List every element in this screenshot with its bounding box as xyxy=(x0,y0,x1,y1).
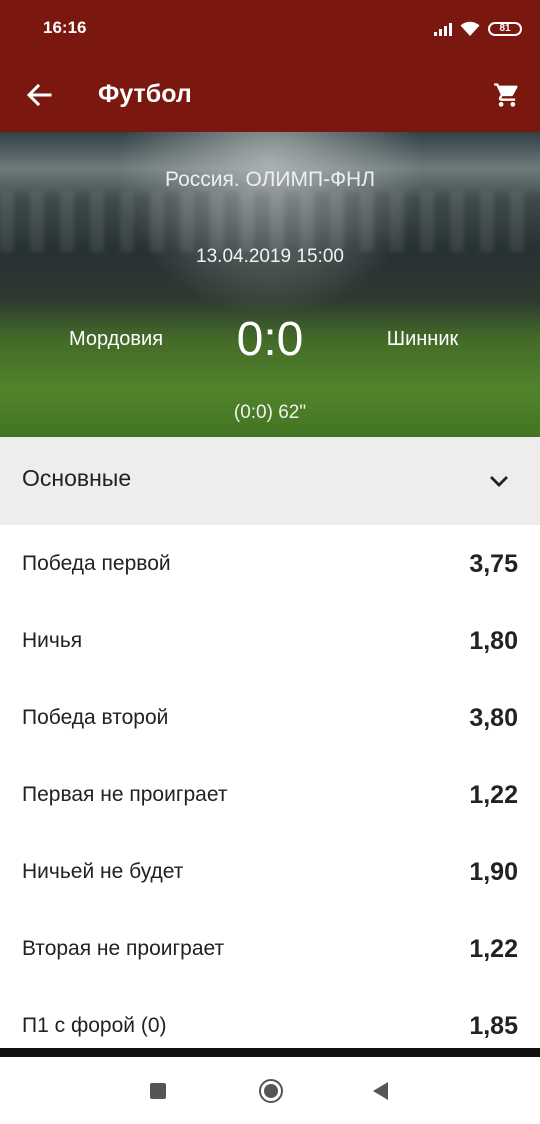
recent-apps-icon[interactable] xyxy=(150,1083,166,1099)
wifi-icon xyxy=(460,21,480,37)
nav-back-icon[interactable] xyxy=(373,1082,388,1100)
bet-name: Победа первой xyxy=(22,552,171,575)
chevron-down-icon xyxy=(490,476,508,487)
page-title: Футбол xyxy=(98,80,192,108)
home-icon[interactable] xyxy=(259,1079,283,1103)
bet-name: Первая не проиграет xyxy=(22,783,228,806)
bet-odds[interactable]: 1,22 xyxy=(469,781,518,810)
match-header: Россия. ОЛИМП-ФНЛ 13.04.2019 15:00 Мордо… xyxy=(0,132,540,437)
bet-row[interactable]: Вторая не проиграет 1,22 xyxy=(0,910,540,987)
bet-odds[interactable]: 1,85 xyxy=(469,1012,518,1041)
section-title: Основные xyxy=(22,465,132,491)
battery-icon: 81 xyxy=(488,22,522,36)
away-team: Шинник xyxy=(386,328,459,350)
league-name: Россия. ОЛИМП-ФНЛ xyxy=(165,168,375,191)
back-button[interactable] xyxy=(18,74,60,116)
status-bar: 16:16 81 xyxy=(0,0,540,58)
bet-odds[interactable]: 1,22 xyxy=(469,935,518,964)
bet-row[interactable]: Первая не проиграет 1,22 xyxy=(0,756,540,833)
match-score: 0:0 xyxy=(236,313,304,366)
bet-row[interactable]: Ничья 1,80 xyxy=(0,602,540,679)
home-team: Мордовия xyxy=(68,328,164,350)
bet-row[interactable]: Победа второй 3,80 xyxy=(0,679,540,756)
bet-row[interactable]: Ничьей не будет 1,90 xyxy=(0,833,540,910)
app-bar: Футбол xyxy=(0,58,540,132)
bet-row[interactable]: Победа первой 3,75 xyxy=(0,525,540,602)
bet-odds[interactable]: 3,80 xyxy=(469,704,518,733)
match-datetime: 13.04.2019 15:00 xyxy=(196,246,344,267)
bet-odds[interactable]: 1,90 xyxy=(469,858,518,887)
bet-name: Ничья xyxy=(22,629,83,652)
status-icons: 81 xyxy=(434,20,522,38)
bet-name: Победа второй xyxy=(22,706,169,729)
shopping-cart-icon xyxy=(494,83,518,107)
bottom-divider xyxy=(0,1048,540,1057)
status-time: 16:16 xyxy=(43,18,87,37)
bets-list: Победа первой 3,75 Ничья 1,80 Победа вто… xyxy=(0,525,540,1064)
cart-button[interactable] xyxy=(486,74,528,116)
bet-name: П1 с форой (0) xyxy=(22,1014,167,1037)
match-period-info: (0:0) 62" xyxy=(233,402,307,423)
bet-odds[interactable]: 3,75 xyxy=(469,550,518,579)
bet-name: Ничьей не будет xyxy=(22,860,184,883)
signal-icon xyxy=(434,22,452,36)
bet-name: Вторая не проиграет xyxy=(22,937,225,960)
section-header-main[interactable]: Основные xyxy=(0,437,540,525)
bet-odds[interactable]: 1,80 xyxy=(469,627,518,656)
arrow-left-icon xyxy=(26,83,52,107)
system-nav-bar xyxy=(0,1057,540,1124)
